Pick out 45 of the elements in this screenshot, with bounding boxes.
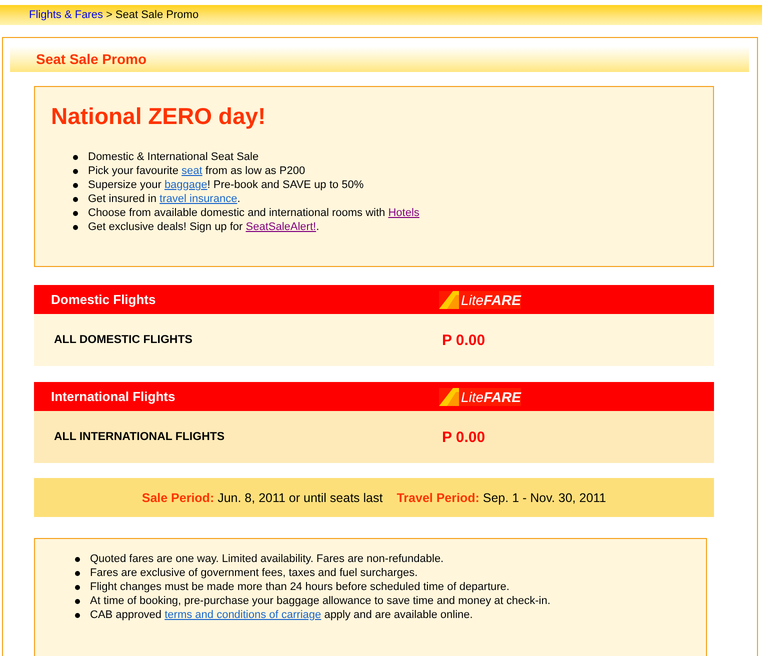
promo-link[interactable]: travel insurance xyxy=(160,193,238,205)
bullet-icon xyxy=(73,210,78,216)
page-title: Seat Sale Promo xyxy=(36,51,146,67)
bullet-icon xyxy=(73,196,78,202)
note-item: Quoted fares are one way. Limited availability. Fares are non-refundable. xyxy=(90,552,444,566)
bullet-icon xyxy=(75,556,80,562)
promo-link[interactable]: SeatSaleAlert! xyxy=(246,221,316,233)
wedge-icon xyxy=(439,290,461,308)
fare-price: P 0.00 xyxy=(442,332,486,348)
promo-item: Supersize your baggage! Pre-book and SAVE up to 50% xyxy=(88,178,364,192)
fare-title: International Flights xyxy=(51,389,176,404)
bullet-icon xyxy=(73,182,78,188)
period-text: Sale Period: Jun. 8, 2011 or until seats last xyxy=(142,490,383,504)
litefare-logo: LiteFARE xyxy=(439,388,521,406)
note-item: At time of booking, pre-purchase your baggage allowance to save time and money at check-in. xyxy=(90,594,550,608)
bullet-icon xyxy=(75,570,80,576)
wedge-icon xyxy=(439,388,461,406)
breadcrumb-link[interactable]: Flights & Fares xyxy=(29,9,103,21)
promo-item: Get exclusive deals! Sign up for SeatSaleAlert!. xyxy=(88,220,320,234)
bullet-icon xyxy=(73,154,78,160)
note-item: Flight changes must be made more than 24 hours before scheduled time of departure. xyxy=(90,580,510,594)
bullet-icon xyxy=(73,224,78,230)
note-item: Fares are exclusive of government fees, taxes and fuel surcharges. xyxy=(90,566,418,580)
note-item: CAB approved terms and conditions of carriage apply and are available online. xyxy=(90,608,473,622)
promo-item: Pick your favourite seat from as low as P200 xyxy=(88,164,306,178)
period-text: Travel Period: Sep. 1 - Nov. 30, 2011 xyxy=(396,490,606,504)
promo-link[interactable]: baggage xyxy=(164,179,208,191)
promo-heading: National ZERO day! xyxy=(51,103,267,130)
breadcrumb-current: Seat Sale Promo xyxy=(115,9,199,21)
route-label: ALL INTERNATIONAL FLIGHTS xyxy=(54,431,226,443)
breadcrumb-separator: > xyxy=(106,9,112,21)
bullet-icon xyxy=(73,168,78,174)
promo-item: Domestic & International Seat Sale xyxy=(88,150,259,164)
promo-link[interactable]: Hotels xyxy=(388,207,420,219)
bullet-icon xyxy=(75,612,80,618)
promo-link[interactable]: seat xyxy=(182,165,202,177)
litefare-logo: LiteFARE xyxy=(439,290,521,308)
fare-price: P 0.00 xyxy=(442,428,486,446)
fare-title: Domestic Flights xyxy=(51,292,157,307)
route-label: ALL DOMESTIC FLIGHTS xyxy=(54,334,194,346)
bullet-icon xyxy=(75,584,80,590)
promo-item: Get insured in travel insurance. xyxy=(88,192,240,206)
bullet-icon xyxy=(75,598,80,604)
promo-item: Choose from available domestic and international rooms with Hotels xyxy=(88,206,420,220)
terms-link[interactable]: terms and conditions of carriage xyxy=(164,609,322,621)
